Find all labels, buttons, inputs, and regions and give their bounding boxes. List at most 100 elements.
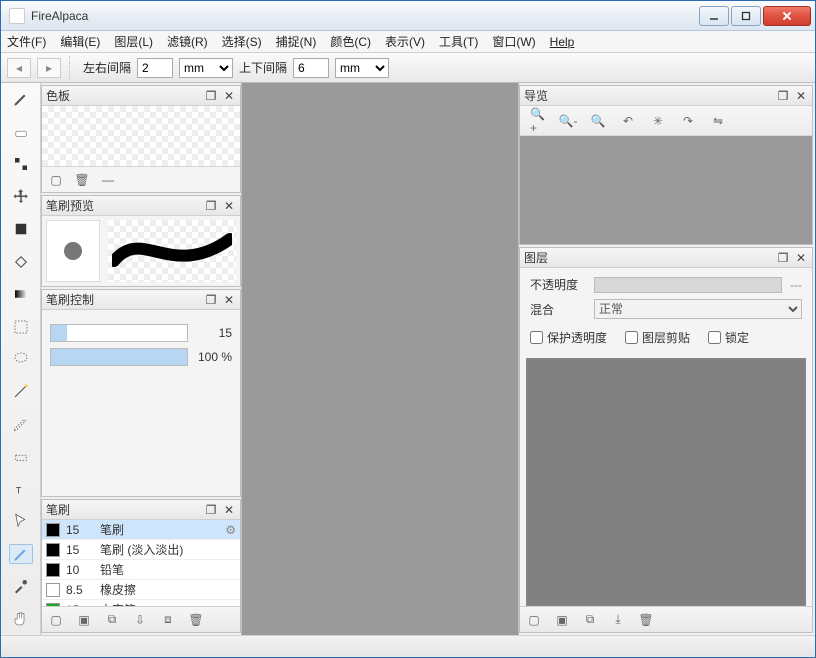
opacity-value: --- xyxy=(790,278,802,292)
window-controls xyxy=(699,6,811,26)
cursor-tool[interactable] xyxy=(9,511,33,531)
lr-unit-select[interactable]: mm xyxy=(179,58,233,78)
layer-lock-checkbox[interactable]: 锁定 xyxy=(708,329,749,346)
bucket-tool[interactable] xyxy=(9,251,33,271)
blend-label: 混合 xyxy=(530,301,586,318)
brush-size: 8.5 xyxy=(66,583,94,597)
close-icon[interactable]: ✕ xyxy=(794,251,808,265)
menu-filter[interactable]: 滤镜(R) xyxy=(167,33,208,50)
import-brush-icon[interactable]: ⇩ xyxy=(132,612,148,628)
zoom-out-icon[interactable]: 🔍- xyxy=(560,113,576,129)
navigator-view[interactable] xyxy=(520,136,812,244)
delete-layer-icon[interactable]: 🗑 xyxy=(638,612,654,628)
wand-tool[interactable] xyxy=(9,381,33,401)
add-group-icon[interactable]: ▣ xyxy=(76,612,92,628)
text-tool[interactable]: T xyxy=(9,479,33,499)
protect-alpha-checkbox[interactable]: 保护透明度 xyxy=(530,329,607,346)
undock-icon[interactable]: ❐ xyxy=(776,89,790,103)
canvas-area[interactable] xyxy=(241,83,519,635)
swatch-menu-icon[interactable]: ― xyxy=(100,172,116,188)
status-bar xyxy=(1,635,815,657)
swatch-footer: ▢ 🗑 ― xyxy=(42,166,240,192)
move-tool[interactable] xyxy=(9,186,33,206)
new-swatch-icon[interactable]: ▢ xyxy=(48,172,64,188)
layer-opacity-slider[interactable] xyxy=(594,277,782,293)
fill-tool[interactable] xyxy=(9,219,33,239)
zoom-in-icon[interactable]: 🔍+ xyxy=(530,113,546,129)
navigator-panel: 导览 ❐ ✕ 🔍+ 🔍- 🔍 ↶ ✳ ↷ ⇋ xyxy=(519,85,813,245)
close-icon[interactable]: ✕ xyxy=(794,89,808,103)
new-folder-icon[interactable]: ▣ xyxy=(554,612,570,628)
right-panels: 导览 ❐ ✕ 🔍+ 🔍- 🔍 ↶ ✳ ↷ ⇋ 图层 ❐ xyxy=(519,83,815,635)
undock-icon[interactable]: ❐ xyxy=(776,251,790,265)
add-brush-icon[interactable]: ▢ xyxy=(48,612,64,628)
delete-brush-icon[interactable]: 🗑 xyxy=(188,612,204,628)
undock-icon[interactable]: ❐ xyxy=(204,199,218,213)
divide-tool[interactable] xyxy=(9,544,33,564)
undock-icon[interactable]: ❐ xyxy=(204,503,218,517)
layer-clip-checkbox[interactable]: 图层剪贴 xyxy=(625,329,690,346)
brush-preview-body xyxy=(42,216,240,286)
menu-help[interactable]: Help xyxy=(550,35,575,49)
brush-list-footer: ▢ ▣ ⧉ ⇩ ⧈ 🗑 xyxy=(42,606,240,632)
menu-edit[interactable]: 编辑(E) xyxy=(60,33,100,50)
menu-tool[interactable]: 工具(T) xyxy=(439,33,478,50)
selpen-tool[interactable] xyxy=(9,414,33,434)
rotate-right-icon[interactable]: ↷ xyxy=(680,113,696,129)
flip-icon[interactable]: ⇋ xyxy=(710,113,726,129)
menu-snap[interactable]: 捕捉(N) xyxy=(276,33,317,50)
dot-tool[interactable] xyxy=(9,154,33,174)
brush-size-slider[interactable] xyxy=(50,324,188,342)
app-icon xyxy=(9,8,25,24)
menu-file[interactable]: 文件(F) xyxy=(7,33,46,50)
eraser-tool[interactable] xyxy=(9,121,33,141)
minimize-button[interactable] xyxy=(699,6,729,26)
close-icon[interactable]: ✕ xyxy=(222,503,236,517)
pen-tool[interactable] xyxy=(9,89,33,109)
brush-item[interactable]: 15 笔刷 (淡入淡出) xyxy=(42,540,240,560)
close-icon[interactable]: ✕ xyxy=(222,199,236,213)
gradient-tool[interactable] xyxy=(9,284,33,304)
lasso-tool[interactable] xyxy=(9,349,33,369)
rotate-reset-icon[interactable]: ✳ xyxy=(650,113,666,129)
brush-item[interactable]: 15 笔刷 ⚙ xyxy=(42,520,240,540)
brush-item[interactable]: 10 铅笔 xyxy=(42,560,240,580)
lr-spacing-input[interactable] xyxy=(137,58,173,78)
undock-icon[interactable]: ❐ xyxy=(204,293,218,307)
options-bar: ◂ ▸ 左右间隔 mm 上下间隔 mm xyxy=(1,53,815,83)
merge-down-icon[interactable]: ⤓ xyxy=(610,612,626,628)
close-button[interactable] xyxy=(763,6,811,26)
close-icon[interactable]: ✕ xyxy=(222,293,236,307)
undock-icon[interactable]: ❐ xyxy=(204,89,218,103)
menu-select[interactable]: 选择(S) xyxy=(222,33,262,50)
menu-window[interactable]: 窗口(W) xyxy=(492,33,535,50)
delete-swatch-icon[interactable]: 🗑 xyxy=(74,172,90,188)
brush-opacity-slider[interactable] xyxy=(50,348,188,366)
eyedropper-tool[interactable] xyxy=(9,576,33,596)
save-brush-icon[interactable]: ⧈ xyxy=(160,612,176,628)
swatch-area[interactable] xyxy=(42,106,240,166)
next-tool-button[interactable]: ▸ xyxy=(37,58,61,78)
rotate-left-icon[interactable]: ↶ xyxy=(620,113,636,129)
brush-name: 笔刷 (淡入淡出) xyxy=(100,541,236,558)
dup-brush-icon[interactable]: ⧉ xyxy=(104,612,120,628)
tb-unit-select[interactable]: mm xyxy=(335,58,389,78)
menu-view[interactable]: 表示(V) xyxy=(385,33,425,50)
menu-layer[interactable]: 图层(L) xyxy=(114,33,153,50)
hand-tool[interactable] xyxy=(9,609,33,629)
selerase-tool[interactable] xyxy=(9,446,33,466)
zoom-fit-icon[interactable]: 🔍 xyxy=(590,113,606,129)
maximize-button[interactable] xyxy=(731,6,761,26)
gear-icon[interactable]: ⚙ xyxy=(225,523,236,537)
new-layer-icon[interactable]: ▢ xyxy=(526,612,542,628)
select-rect-tool[interactable] xyxy=(9,316,33,336)
dup-layer-icon[interactable]: ⧉ xyxy=(582,612,598,628)
layer-list[interactable] xyxy=(526,358,806,606)
brush-list: 15 笔刷 ⚙ 15 笔刷 (淡入淡出) 10 铅笔 xyxy=(42,520,240,606)
close-icon[interactable]: ✕ xyxy=(222,89,236,103)
blend-mode-select[interactable]: 正常 xyxy=(594,299,802,319)
tb-spacing-input[interactable] xyxy=(293,58,329,78)
brush-item[interactable]: 8.5 橡皮擦 xyxy=(42,580,240,600)
prev-tool-button[interactable]: ◂ xyxy=(7,58,31,78)
menu-color[interactable]: 颜色(C) xyxy=(330,33,371,50)
